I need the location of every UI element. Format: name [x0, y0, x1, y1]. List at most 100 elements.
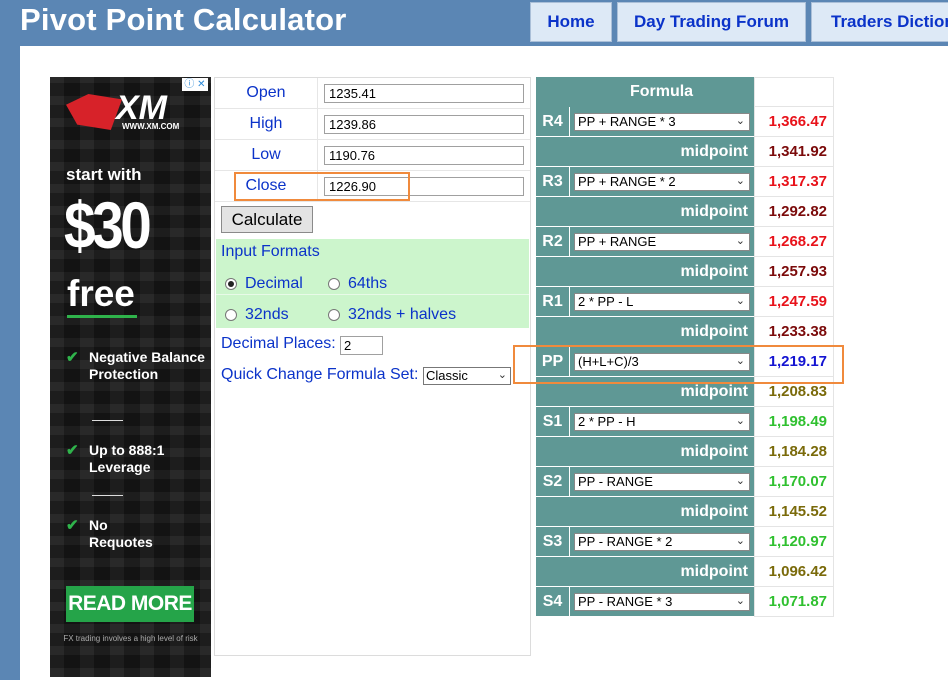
midpoint-row: midpoint 1,341.92 [536, 137, 834, 167]
radio-unchecked-icon[interactable] [328, 309, 340, 321]
site-title: Pivot Point Calculator [20, 2, 347, 37]
chevron-down-icon: ⌄ [735, 415, 745, 427]
quick-change-label: Quick Change Formula Set: [221, 366, 419, 383]
formula-cell: PP - RANGE * 2 ⌄ [569, 527, 754, 557]
xm-advertisement[interactable]: ⓘ ✕ XM WWW.XM.COM start with $30 free ✔ … [50, 77, 211, 677]
formula-select-s2[interactable]: PP - RANGE ⌄ [574, 473, 750, 491]
formula-select-r3[interactable]: PP + RANGE * 2 ⌄ [574, 173, 750, 191]
midpoint-label: midpoint [569, 557, 754, 587]
ad-disclaimer: FX trading involves a high level of risk [50, 633, 211, 644]
ad-bullet-text: No Requotes [89, 517, 153, 550]
format-32nds-label: 32nds [245, 306, 289, 323]
midpoint-row: midpoint 1,208.83 [536, 377, 834, 407]
formula-select-s3[interactable]: PP - RANGE * 2 ⌄ [574, 533, 750, 551]
midpoint-row: midpoint 1,233.38 [536, 317, 834, 347]
nav-home[interactable]: Home [530, 2, 612, 42]
low-label: Low [215, 140, 318, 170]
midpoint-row: midpoint 1,184.28 [536, 437, 834, 467]
close-input[interactable] [324, 177, 524, 196]
blank-label-cell [536, 497, 569, 527]
midpoint-row: midpoint 1,257.93 [536, 257, 834, 287]
radio-unchecked-icon[interactable] [225, 309, 237, 321]
decimal-places-label: Decimal Places: [221, 335, 336, 352]
midpoint-label: midpoint [569, 137, 754, 167]
decimal-places-input[interactable] [340, 336, 383, 355]
blank-label-cell [536, 377, 569, 407]
formula-select-r4[interactable]: PP + RANGE * 3 ⌄ [574, 113, 750, 131]
chevron-down-icon: ⌄ [735, 295, 745, 307]
midpoint-value: 1,233.38 [754, 317, 834, 347]
header-blank-cell [536, 77, 569, 107]
formula-select-s1[interactable]: 2 * PP - H ⌄ [574, 413, 750, 431]
midpoint-value: 1,257.93 [754, 257, 834, 287]
ad-separator [92, 420, 123, 421]
close-row: Close [215, 171, 530, 202]
level-row-pp: PP (H+L+C)/3 ⌄ 1,219.17 [536, 347, 834, 377]
midpoint-value: 1,208.83 [754, 377, 834, 407]
chevron-down-icon: ⌄ [735, 115, 745, 127]
high-label: High [215, 109, 318, 139]
midpoint-label: midpoint [569, 377, 754, 407]
midpoint-row: midpoint 1,292.82 [536, 197, 834, 227]
midpoint-label: midpoint [569, 257, 754, 287]
open-label: Open [215, 78, 318, 108]
level-label-r4: R4 [536, 107, 569, 137]
low-input[interactable] [324, 146, 524, 165]
formula-select-value: (H+L+C)/3 [578, 354, 639, 369]
formula-set-select[interactable]: Classic ⌄ [423, 367, 511, 385]
low-row: Low [215, 140, 530, 171]
formula-select-r1[interactable]: 2 * PP - L ⌄ [574, 293, 750, 311]
chevron-down-icon: ⌄ [735, 175, 745, 187]
open-input[interactable] [324, 84, 524, 103]
formula-cell: PP - RANGE * 3 ⌄ [569, 587, 754, 617]
level-label-r1: R1 [536, 287, 569, 317]
level-value-r4: 1,366.47 [754, 107, 834, 137]
formula-cell: (H+L+C)/3 ⌄ [569, 347, 754, 377]
formula-cell: PP + RANGE * 2 ⌄ [569, 167, 754, 197]
nav-day-trading-forum[interactable]: Day Trading Forum [617, 2, 806, 42]
midpoint-label: midpoint [569, 437, 754, 467]
blank-label-cell [536, 317, 569, 347]
midpoint-label: midpoint [569, 197, 754, 227]
level-label-s3: S3 [536, 527, 569, 557]
format-32nds-halves-label: 32nds + halves [348, 306, 457, 323]
formula-cell: 2 * PP - H ⌄ [569, 407, 754, 437]
radio-checked-icon[interactable] [225, 278, 237, 290]
formula-select-value: PP - RANGE * 3 [578, 594, 673, 609]
nav-traders-dictionary[interactable]: Traders Diction [811, 2, 948, 42]
formula-select-pp[interactable]: (H+L+C)/3 ⌄ [574, 353, 750, 371]
close-label: Close [215, 171, 318, 201]
level-label-s2: S2 [536, 467, 569, 497]
chevron-down-icon: ⌄ [735, 475, 745, 487]
high-input[interactable] [324, 115, 524, 134]
ad-bullet-text: Negative Balance Protection [89, 349, 205, 382]
formula-select-r2[interactable]: PP + RANGE ⌄ [574, 233, 750, 251]
chevron-down-icon: ⌄ [735, 595, 745, 607]
level-value-r1: 1,247.59 [754, 287, 834, 317]
level-value-s3: 1,120.97 [754, 527, 834, 557]
chevron-down-icon: ⌄ [497, 369, 507, 381]
blank-label-cell [536, 137, 569, 167]
level-label-r3: R3 [536, 167, 569, 197]
formula-select-value: 2 * PP - L [578, 294, 634, 309]
format-64ths-label: 64ths [348, 275, 388, 292]
xm-logo-text: XM [116, 89, 167, 127]
bull-logo-icon [66, 94, 122, 130]
open-row: Open [215, 78, 530, 109]
ad-disclaimer-text: FX trading involves a high level of risk [63, 634, 198, 643]
formula-select-value: 2 * PP - H [578, 414, 636, 429]
formula-select-s4[interactable]: PP - RANGE * 3 ⌄ [574, 593, 750, 611]
radio-unchecked-icon[interactable] [328, 278, 340, 290]
level-label-s4: S4 [536, 587, 569, 617]
input-formats-title: Input Formats [221, 243, 320, 260]
formula-select-value: PP + RANGE [578, 234, 657, 249]
read-more-button[interactable]: READ MORE [66, 586, 194, 622]
level-value-r3: 1,317.37 [754, 167, 834, 197]
level-row-s1: S1 2 * PP - H ⌄ 1,198.49 [536, 407, 834, 437]
ad-free-text: free [67, 273, 135, 314]
level-row-r2: R2 PP + RANGE ⌄ 1,268.27 [536, 227, 834, 257]
calculate-button[interactable]: Calculate [221, 206, 313, 233]
ad-start-text: start with [66, 165, 142, 184]
ad-amount: $30 [64, 188, 152, 262]
formats-divider [216, 294, 529, 295]
